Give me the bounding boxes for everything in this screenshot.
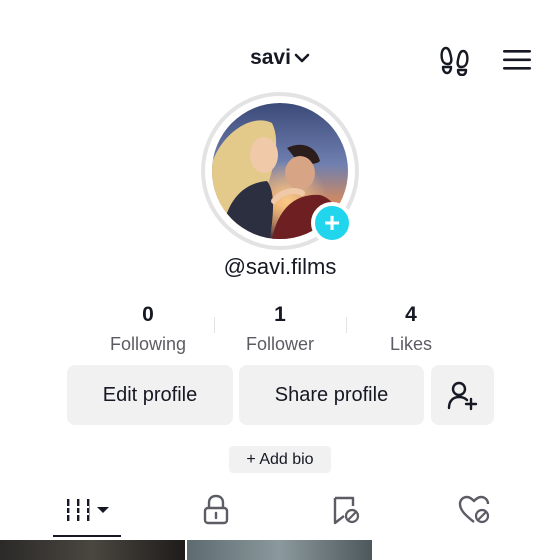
tab-liked[interactable] bbox=[457, 490, 493, 536]
video-thumbnail[interactable] bbox=[187, 540, 372, 560]
stat-likes[interactable]: 4 Likes bbox=[346, 303, 476, 355]
add-avatar-button[interactable]: + bbox=[311, 202, 353, 244]
add-friend-button[interactable] bbox=[431, 365, 494, 425]
edit-profile-button[interactable]: Edit profile bbox=[67, 365, 233, 425]
account-switcher[interactable]: savi bbox=[0, 46, 560, 70]
hamburger-menu-icon[interactable] bbox=[500, 46, 534, 74]
plus-icon: + bbox=[323, 207, 341, 238]
top-bar: savi bbox=[0, 40, 560, 80]
footprints-icon[interactable] bbox=[438, 44, 472, 77]
stat-value: 1 bbox=[274, 303, 286, 326]
stat-label: Following bbox=[109, 334, 187, 354]
stat-value: 0 bbox=[142, 303, 154, 326]
profile-stats: 0 Following 1 Follower 4 Likes bbox=[0, 303, 560, 359]
person-add-icon bbox=[447, 381, 478, 411]
username-label: savi bbox=[250, 46, 291, 69]
stat-label: Likes bbox=[389, 334, 433, 354]
tab-videos[interactable] bbox=[62, 490, 114, 536]
video-thumbnail[interactable] bbox=[0, 540, 185, 560]
lock-icon bbox=[203, 494, 229, 525]
add-bio-button[interactable]: + Add bio bbox=[229, 446, 331, 473]
stat-following[interactable]: 0 Following bbox=[83, 303, 213, 355]
chevron-down-icon bbox=[294, 46, 310, 70]
tab-saved[interactable] bbox=[330, 490, 362, 536]
tab-private[interactable] bbox=[200, 490, 232, 536]
bookmark-icon bbox=[333, 496, 360, 525]
stat-followers[interactable]: 1 Follower bbox=[215, 303, 345, 355]
content-tabs bbox=[0, 490, 560, 538]
stat-value: 4 bbox=[405, 303, 417, 326]
videos-grid-icon bbox=[63, 499, 109, 521]
liked-heart-icon bbox=[458, 495, 490, 524]
profile-handle: @savi.films bbox=[223, 254, 337, 279]
share-profile-button[interactable]: Share profile bbox=[239, 365, 424, 425]
video-grid bbox=[0, 540, 560, 560]
active-tab-indicator bbox=[53, 535, 121, 537]
stat-label: Follower bbox=[245, 334, 315, 354]
